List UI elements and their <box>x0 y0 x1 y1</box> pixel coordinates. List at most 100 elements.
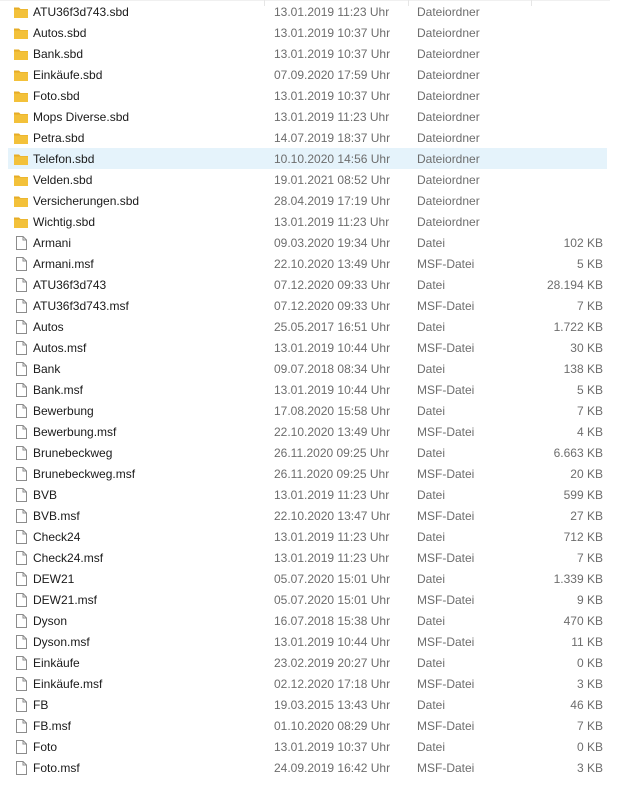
file-row[interactable]: ATU36f3d743 07.12.2020 09:33 Uhr Datei 28.1… <box>8 274 607 295</box>
file-row[interactable]: Brunebeckweg.msf 26.11.2020 09:25 Uhr MSF-… <box>8 463 607 484</box>
file-icon <box>13 445 29 461</box>
file-icon <box>13 718 29 734</box>
file-size: 28.194 KB <box>546 278 603 292</box>
file-row[interactable]: FB 19.03.2015 13:43 Uhr Datei 46 KB <box>8 694 607 715</box>
file-row[interactable]: Bank.sbd 13.01.2019 10:37 Uhr Dateiordner <box>8 43 607 64</box>
file-row[interactable]: FB.msf 01.10.2020 08:29 Uhr MSF-Datei 7 KB <box>8 715 607 736</box>
file-row[interactable]: Bewerbung 17.08.2020 15:58 Uhr Datei 7 KB <box>8 400 607 421</box>
file-size: 0 KB <box>576 740 603 754</box>
file-name: Versicherungen.sbd <box>33 194 140 208</box>
file-icon <box>13 550 29 566</box>
file-name: FB <box>33 698 49 712</box>
file-size: 102 KB <box>563 236 603 250</box>
file-date: 07.12.2020 09:33 Uhr <box>274 278 391 292</box>
file-date: 16.07.2018 15:38 Uhr <box>274 614 391 628</box>
file-row[interactable]: Einkäufe.msf 02.12.2020 17:18 Uhr MSF-Date… <box>8 673 607 694</box>
file-row[interactable]: Armani.msf 22.10.2020 13:49 Uhr MSF-Datei 5… <box>8 253 607 274</box>
file-row[interactable]: DEW21 05.07.2020 15:01 Uhr Datei 1.339 KB <box>8 568 607 589</box>
file-row[interactable]: ATU36f3d743.sbd 13.01.2019 11:23 Uhr Datei… <box>8 1 607 22</box>
file-row[interactable]: Bank.msf 13.01.2019 10:44 Uhr MSF-Datei 5 K… <box>8 379 607 400</box>
file-row[interactable]: ATU36f3d743.msf 07.12.2020 09:33 Uhr MSF-D… <box>8 295 607 316</box>
folder-icon <box>13 4 29 20</box>
file-name: Check24.msf <box>33 551 104 565</box>
file-row[interactable]: Foto.msf 24.09.2019 16:42 Uhr MSF-Datei 3 K… <box>8 757 607 778</box>
file-type: Datei <box>417 488 446 502</box>
file-row[interactable]: BVB 13.01.2019 11:23 Uhr Datei 599 KB <box>8 484 607 505</box>
file-type: Dateiordner <box>417 194 480 208</box>
file-row[interactable]: Wichtig.sbd 13.01.2019 11:23 Uhr Dateiordn… <box>8 211 607 232</box>
file-name: Armani <box>33 236 72 250</box>
folder-icon <box>13 214 29 230</box>
file-size: 0 KB <box>576 656 603 670</box>
file-name: Mops Diverse.sbd <box>33 110 130 124</box>
file-row[interactable]: Dyson 16.07.2018 15:38 Uhr Datei 470 KB <box>8 610 607 631</box>
file-date: 19.03.2015 13:43 Uhr <box>274 698 391 712</box>
file-date: 14.07.2019 18:37 Uhr <box>274 131 391 145</box>
file-name: Autos.sbd <box>33 26 87 40</box>
file-size: 3 KB <box>576 677 603 691</box>
file-date: 13.01.2019 11:23 Uhr <box>274 551 390 565</box>
file-type: MSF-Datei <box>417 425 475 439</box>
file-name: Einkäufe <box>33 656 80 670</box>
file-icon <box>13 676 29 692</box>
file-row[interactable]: Check24.msf 13.01.2019 11:23 Uhr MSF-Datei… <box>8 547 607 568</box>
file-name: Dyson.msf <box>33 635 90 649</box>
file-type: Dateiordner <box>417 26 480 40</box>
file-row[interactable]: Mops Diverse.sbd 13.01.2019 11:23 Uhr Date… <box>8 106 607 127</box>
file-row[interactable]: Bank 09.07.2018 08:34 Uhr Datei 138 KB <box>8 358 607 379</box>
file-row[interactable]: Autos.msf 13.01.2019 10:44 Uhr MSF-Datei 30… <box>8 337 607 358</box>
file-size: 27 KB <box>570 509 603 523</box>
file-row[interactable]: Foto 13.01.2019 10:37 Uhr Datei 0 KB <box>8 736 607 757</box>
file-size: 599 KB <box>563 488 603 502</box>
file-size: 3 KB <box>576 761 603 775</box>
file-size: 7 KB <box>576 719 603 733</box>
file-row[interactable]: Velden.sbd 19.01.2021 08:52 Uhr Dateiordne… <box>8 169 607 190</box>
folder-icon <box>13 88 29 104</box>
file-icon <box>13 424 29 440</box>
file-name: Check24 <box>33 530 81 544</box>
file-date: 13.01.2019 11:23 Uhr <box>274 215 390 229</box>
file-type: MSF-Datei <box>417 635 475 649</box>
file-row[interactable]: Versicherungen.sbd 28.04.2019 17:19 Uhr Da… <box>8 190 607 211</box>
file-row[interactable]: Telefon.sbd 10.10.2020 14:56 Uhr Dateiordn… <box>8 148 607 169</box>
file-type: Datei <box>417 656 446 670</box>
file-icon <box>13 571 29 587</box>
file-row[interactable]: Bewerbung.msf 22.10.2020 13:49 Uhr MSF-Dat… <box>8 421 607 442</box>
file-row[interactable]: DEW21.msf 05.07.2020 15:01 Uhr MSF-Datei 9 … <box>8 589 607 610</box>
file-row[interactable]: Dyson.msf 13.01.2019 10:44 Uhr MSF-Datei 11… <box>8 631 607 652</box>
file-type: MSF-Datei <box>417 719 475 733</box>
file-size: 7 KB <box>576 551 603 565</box>
file-name: Bank.msf <box>33 383 84 397</box>
folder-icon <box>13 46 29 62</box>
file-row[interactable]: Check24 13.01.2019 11:23 Uhr Datei 712 KB <box>8 526 607 547</box>
file-date: 13.01.2019 11:23 Uhr <box>274 110 390 124</box>
file-date: 13.01.2019 10:37 Uhr <box>274 89 391 103</box>
file-row[interactable]: Brunebeckweg 26.11.2020 09:25 Uhr Datei 6.6… <box>8 442 607 463</box>
file-row[interactable]: Autos.sbd 13.01.2019 10:37 Uhr Dateiordner <box>8 22 607 43</box>
file-row[interactable]: Einkäufe 23.02.2019 20:27 Uhr Datei 0 KB <box>8 652 607 673</box>
file-row[interactable]: Petra.sbd 14.07.2019 18:37 Uhr Dateiordner <box>8 127 607 148</box>
file-date: 13.01.2019 10:44 Uhr <box>274 635 391 649</box>
file-name: ATU36f3d743.msf <box>33 299 129 313</box>
file-row[interactable]: Einkäufe.sbd 07.09.2020 17:59 Uhr Dateiord… <box>8 64 607 85</box>
file-type: Dateiordner <box>417 110 480 124</box>
folder-icon <box>13 130 29 146</box>
file-date: 22.10.2020 13:49 Uhr <box>274 425 391 439</box>
file-icon <box>13 655 29 671</box>
file-size: 5 KB <box>576 383 603 397</box>
file-row[interactable]: BVB.msf 22.10.2020 13:47 Uhr MSF-Datei 27 K… <box>8 505 607 526</box>
file-row[interactable]: Autos 25.05.2017 16:51 Uhr Datei 1.722 KB <box>8 316 607 337</box>
file-size: 470 KB <box>563 614 603 628</box>
file-type: Datei <box>417 614 446 628</box>
file-type: Datei <box>417 530 446 544</box>
file-date: 24.09.2019 16:42 Uhr <box>274 761 391 775</box>
file-type: Datei <box>417 446 446 460</box>
file-size: 7 KB <box>576 299 603 313</box>
file-row[interactable]: Foto.sbd 13.01.2019 10:37 Uhr Dateiordner <box>8 85 607 106</box>
file-name: Telefon.sbd <box>33 152 95 166</box>
file-date: 22.10.2020 13:49 Uhr <box>274 257 391 271</box>
file-name: Velden.sbd <box>33 173 93 187</box>
file-row[interactable]: Armani 09.03.2020 19:34 Uhr Datei 102 KB <box>8 232 607 253</box>
file-size: 46 KB <box>570 698 603 712</box>
file-type: MSF-Datei <box>417 761 475 775</box>
